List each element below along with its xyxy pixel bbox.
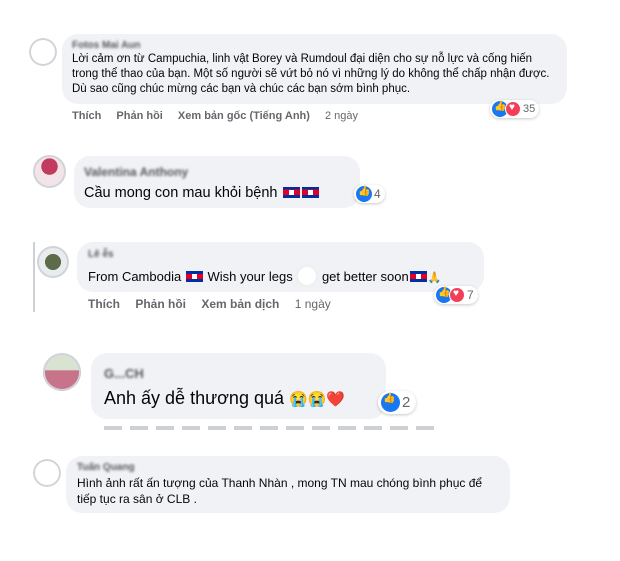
comment-actions: Thích Phản hồi Xem bản dịch 1 ngày	[88, 297, 343, 311]
like-reaction-icon	[356, 186, 372, 202]
like-reaction-icon	[381, 393, 400, 412]
comment-time[interactable]: 1 ngày	[295, 297, 331, 311]
comment-author[interactable]: G...CH	[104, 366, 144, 381]
reply-action[interactable]: Phản hồi	[116, 110, 162, 122]
see-translation-action[interactable]: Xem bản dịch	[201, 297, 279, 311]
comment-text-line: Anh ấy dễ thương quá 😭😭❤️	[104, 387, 345, 411]
comment-text-line: Cầu mong con mau khỏi bệnh	[84, 184, 320, 203]
comment-text: Anh ấy dễ thương quá	[104, 388, 284, 408]
cambodia-flag-icon	[409, 271, 427, 282]
reaction-count: 4	[374, 187, 381, 201]
comment-text: Hình ảnh rất ấn tượng của Thanh Nhàn , m…	[77, 476, 483, 506]
comment-time[interactable]: 2 ngày	[325, 110, 358, 122]
avatar[interactable]	[33, 459, 61, 487]
comment-text: Cầu mong con mau khỏi bệnh	[84, 185, 278, 201]
comment-text: get better soon	[321, 269, 409, 284]
comment-text: Wish your legs	[207, 269, 293, 284]
reaction-summary[interactable]: 35	[490, 100, 540, 118]
emoji-group: 😭😭❤️	[289, 391, 346, 408]
comment-text: Lời cảm ơn từ Campuchia, linh vật Borey …	[72, 53, 550, 96]
comment-actions: Thích Phản hồi Xem bản gốc (Tiếng Anh) 2…	[72, 110, 370, 122]
like-action[interactable]: Thích	[88, 297, 120, 311]
love-reaction-icon	[449, 287, 465, 303]
like-action[interactable]: Thích	[72, 110, 101, 122]
reaction-summary[interactable]: 7	[434, 286, 478, 304]
avatar[interactable]	[29, 38, 57, 66]
cambodia-flag-icon	[301, 187, 319, 198]
see-original-action[interactable]: Xem bản gốc (Tiếng Anh)	[178, 110, 310, 122]
comment-text: From Cambodia	[88, 269, 182, 284]
reaction-summary[interactable]: 2	[378, 391, 417, 414]
comment-author[interactable]: Lê ễs	[88, 249, 114, 260]
cambodia-flag-icon	[185, 271, 203, 282]
pray-emoji: 🙏	[427, 272, 442, 284]
blurred-sticker	[298, 267, 317, 285]
cropped-actions-row	[104, 426, 434, 430]
reply-action[interactable]: Phản hồi	[135, 297, 186, 311]
cambodia-flag-icon	[282, 187, 300, 198]
avatar[interactable]	[43, 353, 81, 391]
comment-author[interactable]: Fotos Mai Aun	[72, 40, 141, 51]
reaction-summary[interactable]: 4	[354, 185, 385, 203]
comment-text-line: From Cambodia Wish your legs get better …	[88, 267, 441, 286]
love-reaction-icon	[505, 101, 521, 117]
avatar[interactable]	[37, 246, 69, 278]
avatar[interactable]	[33, 155, 66, 188]
thread-line	[33, 242, 35, 312]
comment-author[interactable]: Valentina Anthony	[84, 165, 188, 179]
reaction-count: 35	[523, 103, 536, 115]
reaction-count: 2	[402, 394, 411, 411]
comment-author[interactable]: Tuấn Quang	[77, 462, 135, 473]
reaction-count: 7	[467, 288, 474, 302]
